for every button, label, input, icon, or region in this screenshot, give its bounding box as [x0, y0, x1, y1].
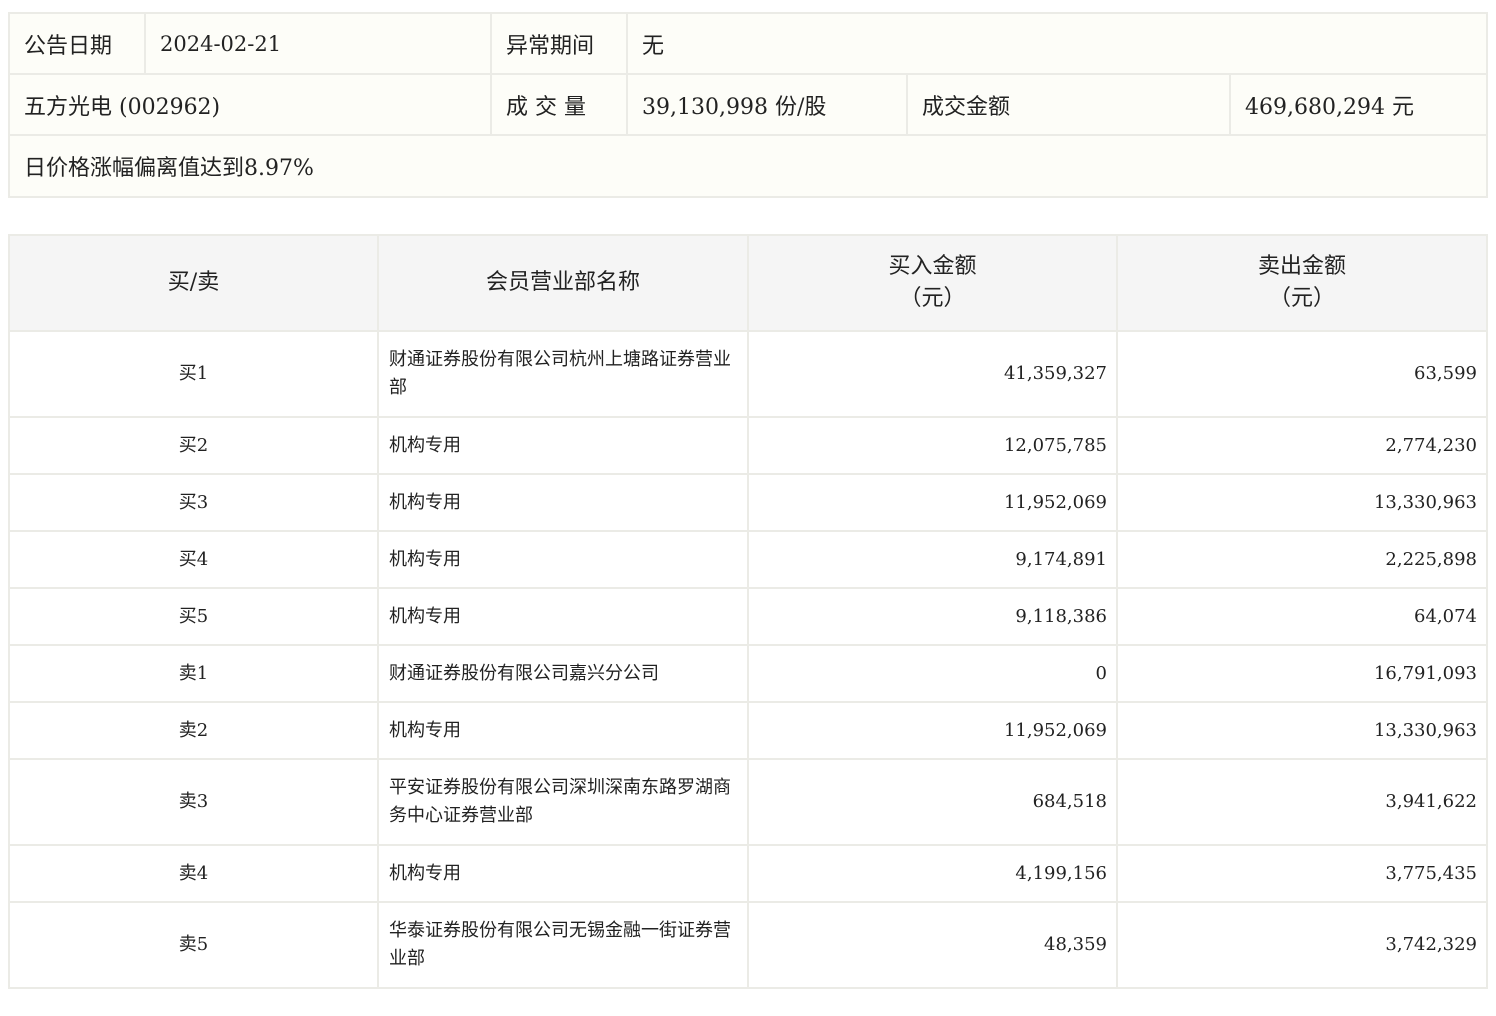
- row-buy-amount: 41,359,327: [747, 330, 1118, 418]
- row-dept-name: 华泰证券股份有限公司无锡金融一街证券营业部: [377, 901, 749, 989]
- announcement-date-label: 公告日期: [8, 12, 146, 75]
- row-side: 卖2: [8, 701, 379, 760]
- row-side: 卖1: [8, 644, 379, 703]
- row-side: 买4: [8, 530, 379, 589]
- header-dept: 会员营业部名称: [377, 234, 749, 332]
- header-sell-amount-unit: （元）: [1268, 286, 1335, 311]
- row-buy-amount: 11,952,069: [747, 701, 1118, 760]
- row-buy-amount: 12,075,785: [747, 416, 1118, 475]
- row-sell-amount: 3,941,622: [1116, 758, 1488, 846]
- table-row: 卖2 机构专用 11,952,069 13,330,963: [8, 701, 1488, 760]
- announcement-date-value: 2024-02-21: [144, 12, 492, 75]
- row-sell-amount: 3,775,435: [1116, 844, 1488, 903]
- row-dept-name: 机构专用: [377, 587, 749, 646]
- row-sell-amount: 63,599: [1116, 330, 1488, 418]
- row-sell-amount: 13,330,963: [1116, 473, 1488, 532]
- row-sell-amount: 2,774,230: [1116, 416, 1488, 475]
- row-side: 卖4: [8, 844, 379, 903]
- header-side: 买/卖: [8, 234, 379, 332]
- info-row-reason: 日价格涨幅偏离值达到8.97%: [8, 134, 1488, 198]
- table-row: 买1 财通证券股份有限公司杭州上塘路证券营业部 41,359,327 63,59…: [8, 330, 1488, 418]
- abnormal-period-label: 异常期间: [490, 12, 628, 75]
- table-row: 买3 机构专用 11,952,069 13,330,963: [8, 473, 1488, 532]
- table-row: 卖3 平安证券股份有限公司深圳深南东路罗湖商务中心证券营业部 684,518 3…: [8, 758, 1488, 846]
- row-side: 买5: [8, 587, 379, 646]
- table-header-row: 买/卖 会员营业部名称 买入金额 （元） 卖出金额 （元）: [8, 234, 1488, 332]
- row-dept-name: 平安证券股份有限公司深圳深南东路罗湖商务中心证券营业部: [377, 758, 749, 846]
- table-row: 卖5 华泰证券股份有限公司无锡金融一街证券营业部 48,359 3,742,32…: [8, 901, 1488, 989]
- page-content: 公告日期 2024-02-21 异常期间 无 五方光电 (002962) 成 交…: [8, 12, 1488, 989]
- info-row-stock: 五方光电 (002962) 成 交 量 39,130,998 份/股 成交金额 …: [8, 73, 1488, 136]
- row-buy-amount: 11,952,069: [747, 473, 1118, 532]
- turnover-amount-label: 成交金额: [906, 73, 1231, 136]
- row-dept-name: 机构专用: [377, 844, 749, 903]
- table-row: 买5 机构专用 9,118,386 64,074: [8, 587, 1488, 646]
- row-dept-name: 机构专用: [377, 530, 749, 589]
- table-row: 买2 机构专用 12,075,785 2,774,230: [8, 416, 1488, 475]
- info-row-date: 公告日期 2024-02-21 异常期间 无: [8, 12, 1488, 75]
- turnover-amount-value: 469,680,294 元: [1229, 73, 1488, 136]
- row-sell-amount: 13,330,963: [1116, 701, 1488, 760]
- row-buy-amount: 0: [747, 644, 1118, 703]
- row-side: 买2: [8, 416, 379, 475]
- stock-name: 五方光电 (002962): [8, 73, 492, 136]
- row-sell-amount: 2,225,898: [1116, 530, 1488, 589]
- row-dept-name: 财通证券股份有限公司嘉兴分公司: [377, 644, 749, 703]
- announcement-info-table: 公告日期 2024-02-21 异常期间 无 五方光电 (002962) 成 交…: [8, 12, 1488, 198]
- abnormal-reason: 日价格涨幅偏离值达到8.97%: [8, 134, 1488, 198]
- row-sell-amount: 64,074: [1116, 587, 1488, 646]
- row-buy-amount: 9,174,891: [747, 530, 1118, 589]
- row-side: 卖3: [8, 758, 379, 846]
- row-dept-name: 机构专用: [377, 416, 749, 475]
- table-row: 买4 机构专用 9,174,891 2,225,898: [8, 530, 1488, 589]
- row-side: 卖5: [8, 901, 379, 989]
- header-buy-amount-title: 买入金额: [888, 254, 977, 279]
- row-dept-name: 机构专用: [377, 473, 749, 532]
- volume-value: 39,130,998 份/股: [626, 73, 908, 136]
- row-dept-name: 机构专用: [377, 701, 749, 760]
- header-buy-amount: 买入金额 （元）: [747, 234, 1118, 332]
- header-sell-amount-title: 卖出金额: [1257, 254, 1346, 279]
- row-dept-name: 财通证券股份有限公司杭州上塘路证券营业部: [377, 330, 749, 418]
- row-buy-amount: 4,199,156: [747, 844, 1118, 903]
- row-side: 买1: [8, 330, 379, 418]
- row-side: 买3: [8, 473, 379, 532]
- row-buy-amount: 684,518: [747, 758, 1118, 846]
- abnormal-period-value: 无: [626, 12, 1488, 75]
- row-sell-amount: 3,742,329: [1116, 901, 1488, 989]
- header-sell-amount: 卖出金额 （元）: [1116, 234, 1488, 332]
- volume-label: 成 交 量: [490, 73, 628, 136]
- trading-detail-table: 买/卖 会员营业部名称 买入金额 （元） 卖出金额 （元） 买1 财通证券股份有…: [8, 234, 1488, 989]
- row-sell-amount: 16,791,093: [1116, 644, 1488, 703]
- row-buy-amount: 48,359: [747, 901, 1118, 989]
- header-buy-amount-unit: （元）: [899, 286, 966, 311]
- table-row: 卖1 财通证券股份有限公司嘉兴分公司 0 16,791,093: [8, 644, 1488, 703]
- row-buy-amount: 9,118,386: [747, 587, 1118, 646]
- table-row: 卖4 机构专用 4,199,156 3,775,435: [8, 844, 1488, 903]
